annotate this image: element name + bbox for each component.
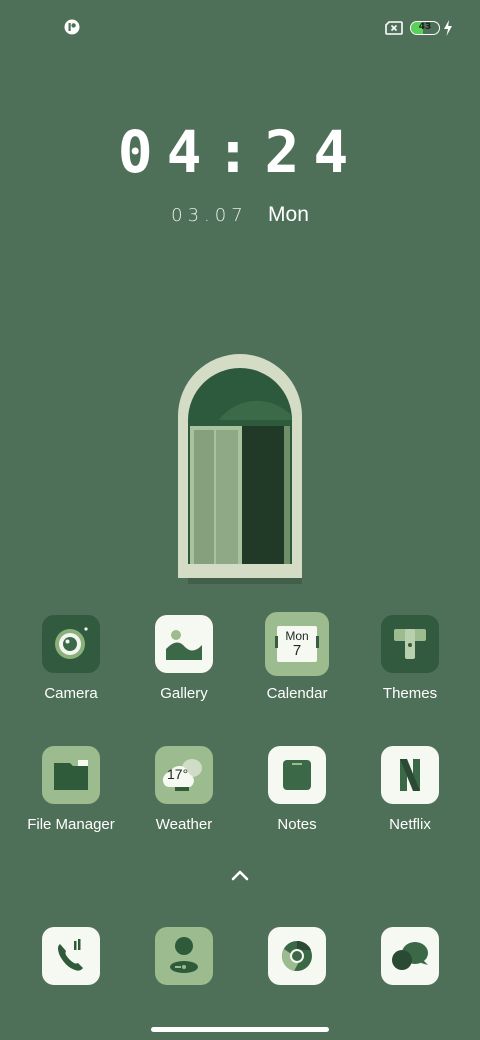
app-weather[interactable]: 17° Weather <box>129 746 239 833</box>
app-themes[interactable]: Themes <box>355 615 465 702</box>
clock-time: 04:24 <box>117 118 363 186</box>
lock-clock: 04:24 <box>0 118 480 186</box>
app-label: Camera <box>44 685 98 702</box>
no-sim-icon <box>385 21 403 35</box>
app-netflix[interactable]: Netflix <box>355 746 465 833</box>
charging-bolt-icon <box>444 20 452 36</box>
chrome-icon <box>282 940 312 971</box>
folder-icon <box>42 746 100 804</box>
themes-icon <box>381 615 439 673</box>
gallery-icon <box>155 615 213 673</box>
app-label: Themes <box>382 685 438 702</box>
app-camera[interactable]: Camera <box>16 615 126 702</box>
phone-icon <box>58 939 83 971</box>
netflix-icon <box>381 746 439 804</box>
app-calendar[interactable]: Mon 7 Calendar <box>242 612 352 702</box>
contacts-icon <box>170 937 198 973</box>
app-drawer-chevron-icon[interactable] <box>228 866 252 884</box>
notes-icon <box>268 746 326 804</box>
calendar-date: 7 <box>292 642 302 659</box>
weather-icon: 17° <box>155 746 213 804</box>
dock-chrome[interactable] <box>268 927 326 985</box>
app-label: Calendar <box>266 685 328 702</box>
app-label: Notes <box>277 816 317 833</box>
battery-level: 43 <box>418 22 432 32</box>
app-label: Gallery <box>160 685 208 702</box>
app-file-manager[interactable]: File Manager <box>16 746 126 833</box>
clock-day: Mon <box>268 203 309 226</box>
calendar-icon: Mon 7 <box>265 612 329 676</box>
app-gallery[interactable]: Gallery <box>129 615 239 702</box>
app-label: Weather <box>155 816 213 833</box>
home-indicator[interactable] <box>151 1027 329 1032</box>
app-notes[interactable]: Notes <box>242 746 352 833</box>
messages-icon <box>392 942 428 970</box>
battery-icon: 43 <box>410 21 440 35</box>
dock-contacts[interactable] <box>155 927 213 985</box>
calendar-day: Mon <box>285 629 309 643</box>
date-row: 03.07 Mon <box>0 202 480 227</box>
notification-icon <box>64 19 80 35</box>
dock-messages[interactable] <box>381 927 439 985</box>
app-label: File Manager <box>27 816 115 833</box>
weather-temp: 17° <box>167 766 189 782</box>
app-label: Netflix <box>389 816 431 833</box>
window-wallpaper-art <box>178 354 302 584</box>
status-bar: 43 <box>0 0 480 56</box>
dock-phone[interactable] <box>42 927 100 985</box>
clock-date: 03.07 <box>171 205 248 226</box>
camera-icon <box>42 615 100 673</box>
